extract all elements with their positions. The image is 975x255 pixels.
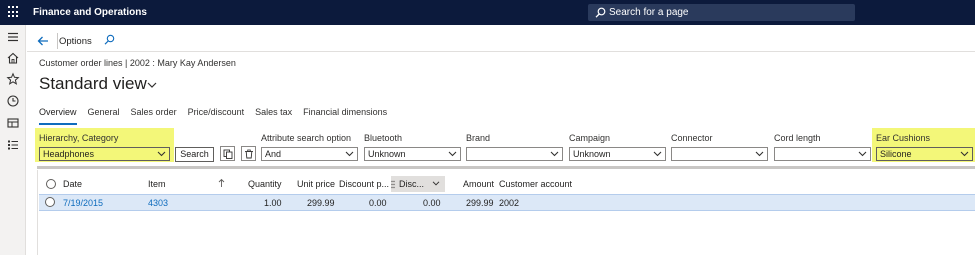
cell-customer-account[interactable]: 2002	[499, 198, 519, 208]
global-search-box[interactable]: Search for a page	[588, 4, 855, 21]
column-header-unit-price[interactable]: Unit price	[297, 179, 335, 189]
chevron-down-icon	[755, 151, 764, 157]
grid-splitter[interactable]	[37, 166, 975, 169]
tab-sales-tax[interactable]: Sales tax	[255, 107, 292, 123]
connector-label: Connector	[671, 133, 713, 143]
column-header-discount-percent[interactable]: Discount p...	[339, 179, 389, 189]
favorites-star-icon[interactable]	[6, 72, 20, 86]
bluetooth-label: Bluetooth	[364, 133, 403, 143]
chevron-down-icon	[550, 151, 559, 157]
search-button[interactable]: Search	[175, 147, 214, 162]
action-search-icon[interactable]	[104, 34, 115, 45]
cord-length-select[interactable]	[774, 147, 871, 161]
cell-item[interactable]: 4303	[148, 198, 168, 208]
bluetooth-value: Unknown	[368, 149, 406, 159]
attribute-search-option-value: And	[265, 149, 282, 159]
recent-clock-icon[interactable]	[6, 94, 20, 108]
cord-length-label: Cord length	[774, 133, 821, 143]
cell-unit-price[interactable]: 299.99	[307, 198, 335, 208]
select-all-radio[interactable]	[46, 179, 56, 189]
table-row[interactable]: 7/19/2015 4303 1.00 299.99 0.00 0.00 299…	[39, 194, 975, 211]
tab-price-discount[interactable]: Price/discount	[188, 107, 245, 123]
hierarchy-category-label: Hierarchy, Category	[39, 133, 119, 143]
attribute-search-option-select[interactable]: And	[261, 147, 358, 161]
grid-header: Date Item Quantity Unit price Discount p…	[38, 176, 975, 192]
action-pane: Options	[27, 30, 975, 52]
hierarchy-category-select[interactable]: Headphones	[39, 147, 170, 161]
delete-button[interactable]	[241, 146, 256, 161]
tab-sales-order[interactable]: Sales order	[131, 107, 177, 123]
hierarchy-category-value: Headphones	[43, 149, 95, 159]
copy-icon	[223, 149, 233, 159]
campaign-select[interactable]: Unknown	[569, 147, 666, 161]
brand-label: Brand	[466, 133, 491, 143]
column-chevron-down-icon[interactable]	[432, 181, 440, 186]
column-header-quantity[interactable]: Quantity	[248, 179, 282, 189]
tab-financial-dimensions[interactable]: Financial dimensions	[303, 107, 387, 123]
action-pane-divider	[57, 33, 58, 49]
column-header-customer-account[interactable]: Customer account	[499, 179, 572, 189]
column-header-amount[interactable]: Amount	[463, 179, 494, 189]
tab-strip: Overview General Sales order Price/disco…	[39, 107, 398, 125]
hamburger-menu-icon[interactable]	[6, 30, 20, 44]
top-bar: Finance and Operations Search for a page	[0, 0, 975, 25]
breadcrumb: Customer order lines | 2002 : Mary Kay A…	[39, 58, 236, 68]
column-header-date[interactable]: Date	[63, 179, 82, 189]
column-header-item[interactable]: Item	[148, 179, 166, 189]
global-search-label: Search for a page	[609, 7, 689, 18]
app-launcher-icon[interactable]	[8, 6, 20, 18]
ear-cushions-select[interactable]: Silicone	[876, 147, 973, 161]
navigation-pane	[0, 25, 26, 255]
trash-icon	[245, 149, 253, 159]
brand-select[interactable]	[466, 147, 563, 161]
options-button[interactable]: Options	[59, 36, 92, 47]
cell-quantity[interactable]: 1.00	[264, 198, 282, 208]
chevron-down-icon	[653, 151, 662, 157]
cell-amount[interactable]: 299.99	[466, 198, 494, 208]
back-arrow-icon[interactable]	[35, 33, 51, 49]
campaign-label: Campaign	[569, 133, 611, 143]
ear-cushions-value: Silicone	[880, 149, 912, 159]
campaign-value: Unknown	[573, 149, 611, 159]
cell-discount-percent[interactable]: 0.00	[369, 198, 387, 208]
view-chevron-down-icon[interactable]	[147, 82, 157, 89]
chevron-down-icon	[960, 151, 969, 157]
modules-list-icon[interactable]	[6, 138, 20, 152]
home-icon[interactable]	[6, 51, 20, 65]
row-select-radio[interactable]	[45, 197, 55, 207]
chevron-down-icon	[858, 151, 867, 157]
bluetooth-select[interactable]: Unknown	[364, 147, 461, 161]
column-header-discount[interactable]: Disc...	[399, 179, 424, 189]
ear-cushions-label: Ear Cushions	[876, 133, 931, 143]
sort-up-arrow-icon	[218, 178, 225, 187]
workspaces-icon[interactable]	[6, 116, 20, 130]
order-lines-grid: Date Item Quantity Unit price Discount p…	[37, 170, 975, 255]
cell-discount[interactable]: 0.00	[423, 198, 441, 208]
attribute-search-option-label: Attribute search option	[261, 133, 352, 143]
page-title[interactable]: Standard view	[39, 74, 147, 94]
copy-button[interactable]	[220, 146, 235, 161]
chevron-down-icon	[157, 151, 166, 157]
tab-overview[interactable]: Overview	[39, 107, 77, 125]
chevron-down-icon	[448, 151, 457, 157]
app-title[interactable]: Finance and Operations	[33, 7, 147, 18]
cell-date[interactable]: 7/19/2015	[63, 198, 103, 208]
chevron-down-icon	[345, 151, 354, 157]
connector-select[interactable]	[671, 147, 768, 161]
tab-general[interactable]: General	[88, 107, 120, 123]
search-icon	[595, 7, 606, 18]
column-resize-grip-icon[interactable]	[391, 180, 395, 189]
